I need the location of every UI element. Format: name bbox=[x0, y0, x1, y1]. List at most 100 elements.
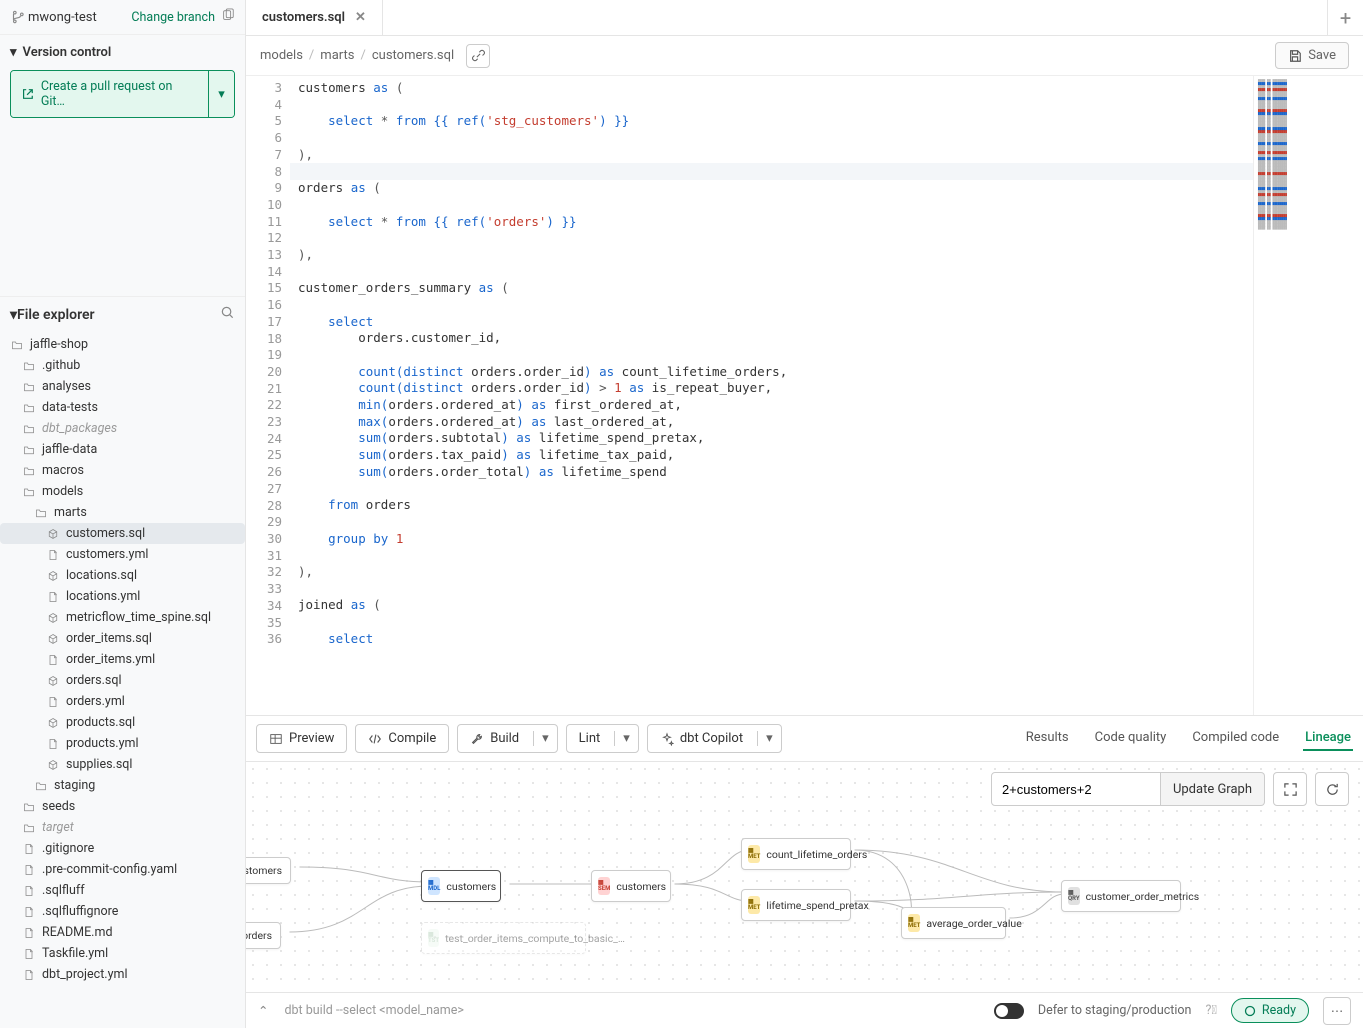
breadcrumb-seg[interactable]: models bbox=[260, 48, 303, 63]
defer-toggle[interactable] bbox=[994, 1003, 1024, 1019]
build-button[interactable]: Build ▾ bbox=[457, 724, 557, 753]
tree-folder[interactable]: macros bbox=[0, 460, 245, 481]
file-icon bbox=[22, 968, 36, 982]
update-graph-button[interactable]: Update Graph bbox=[1161, 772, 1265, 806]
file-icon bbox=[46, 695, 60, 709]
results-tab-compiled-code[interactable]: Compiled code bbox=[1190, 726, 1281, 751]
lineage-node[interactable]: ▦TSTtest_order_items_compute_to_basic_… bbox=[421, 922, 586, 954]
preview-button[interactable]: Preview bbox=[256, 724, 347, 753]
lint-button[interactable]: Lint ▾ bbox=[566, 724, 639, 753]
tree-file[interactable]: customers.yml bbox=[0, 544, 245, 565]
tree-file[interactable]: products.yml bbox=[0, 733, 245, 754]
lineage-node[interactable]: ▦METlifetime_spend_pretax bbox=[741, 889, 851, 921]
tree-file[interactable]: Taskfile.yml bbox=[0, 943, 245, 964]
results-tab-results[interactable]: Results bbox=[1024, 726, 1071, 751]
tree-file[interactable]: .sqlfluffignore bbox=[0, 901, 245, 922]
folder-icon bbox=[22, 422, 36, 436]
tree-file[interactable]: dbt_project.yml bbox=[0, 964, 245, 985]
tab-customers-sql[interactable]: customers.sql ✕ bbox=[246, 0, 383, 35]
folder-icon bbox=[22, 464, 36, 478]
sidebar: mwong-test Change branch ▾ Version contr… bbox=[0, 0, 246, 1028]
lineage-selector-input[interactable] bbox=[991, 772, 1161, 806]
lineage-node[interactable]: stg_customers bbox=[246, 857, 291, 884]
chevron-up-icon[interactable]: ⌃ bbox=[258, 1003, 268, 1019]
code-icon bbox=[368, 732, 382, 746]
tree-folder[interactable]: staging bbox=[0, 775, 245, 796]
ready-status[interactable]: Ready bbox=[1231, 998, 1309, 1023]
lineage-node[interactable]: ▦METcount_lifetime_orders bbox=[741, 838, 851, 870]
tree-file[interactable]: orders.sql bbox=[0, 670, 245, 691]
file-icon bbox=[46, 653, 60, 667]
dbt-copilot-button[interactable]: dbt Copilot ▾ bbox=[647, 724, 782, 753]
tree-file[interactable]: orders.yml bbox=[0, 691, 245, 712]
lineage-node[interactable]: ▦QRYcustomer_order_metrics bbox=[1061, 880, 1181, 912]
chevron-down-icon: ▾ bbox=[10, 307, 17, 323]
results-tab-code-quality[interactable]: Code quality bbox=[1093, 726, 1169, 751]
help-icon[interactable]: ?⃝ bbox=[1205, 1003, 1216, 1018]
code-editor[interactable]: 3456789101112131415161718192021222324252… bbox=[246, 76, 1363, 715]
file-icon bbox=[46, 527, 60, 541]
link-icon[interactable] bbox=[466, 44, 490, 68]
lineage-panel[interactable]: Update Graph bbox=[246, 762, 1363, 992]
tree-file[interactable]: products.sql bbox=[0, 712, 245, 733]
file-explorer-header[interactable]: ▾ File explorer bbox=[0, 296, 245, 332]
compile-button[interactable]: Compile bbox=[355, 724, 449, 753]
folder-icon bbox=[10, 338, 24, 352]
tree-folder[interactable]: target bbox=[0, 817, 245, 838]
chevron-down-icon[interactable]: ▾ bbox=[614, 731, 638, 746]
chevron-down-icon[interactable]: ▾ bbox=[757, 731, 781, 746]
folder-icon bbox=[22, 443, 36, 457]
tree-file[interactable]: .sqlfluff bbox=[0, 880, 245, 901]
chevron-down-icon[interactable]: ▾ bbox=[533, 731, 557, 746]
copy-icon[interactable] bbox=[221, 8, 235, 26]
tree-folder[interactable]: .github bbox=[0, 355, 245, 376]
tree-folder[interactable]: marts bbox=[0, 502, 245, 523]
tree-file[interactable]: .pre-commit-config.yaml bbox=[0, 859, 245, 880]
tree-file[interactable]: locations.sql bbox=[0, 565, 245, 586]
tree-folder[interactable]: seeds bbox=[0, 796, 245, 817]
lineage-node[interactable]: ▦MDLcustomers bbox=[421, 870, 501, 902]
more-icon[interactable]: ⋯ bbox=[1323, 997, 1351, 1025]
close-icon[interactable]: ✕ bbox=[355, 10, 366, 25]
minimap[interactable]: ████ ██ ████████████ ██ ████████████ ██ … bbox=[1253, 76, 1363, 715]
add-tab-button[interactable]: + bbox=[1327, 0, 1363, 36]
tree-file[interactable]: README.md bbox=[0, 922, 245, 943]
branch-indicator[interactable]: mwong-test bbox=[10, 10, 125, 25]
folder-icon bbox=[22, 821, 36, 835]
file-icon bbox=[22, 884, 36, 898]
wrench-icon bbox=[470, 732, 484, 746]
save-button[interactable]: Save bbox=[1275, 42, 1349, 69]
lineage-node[interactable]: ▦SEMcustomers bbox=[591, 870, 671, 902]
tree-file[interactable]: order_items.yml bbox=[0, 649, 245, 670]
tree-folder[interactable]: data-tests bbox=[0, 397, 245, 418]
tree-file[interactable]: metricflow_time_spine.sql bbox=[0, 607, 245, 628]
tree-folder[interactable]: models bbox=[0, 481, 245, 502]
breadcrumb-seg[interactable]: marts bbox=[320, 48, 354, 63]
breadcrumb-seg[interactable]: customers.sql bbox=[372, 48, 454, 63]
folder-icon bbox=[22, 359, 36, 373]
file-icon bbox=[22, 863, 36, 877]
results-tab-lineage[interactable]: Lineage bbox=[1303, 726, 1353, 751]
tree-folder[interactable]: jaffle-shop bbox=[0, 334, 245, 355]
tree-folder[interactable]: jaffle-data bbox=[0, 439, 245, 460]
tree-file[interactable]: order_items.sql bbox=[0, 628, 245, 649]
table-icon bbox=[269, 732, 283, 746]
chevron-down-icon[interactable]: ▾ bbox=[208, 71, 234, 117]
tree-folder[interactable]: dbt_packages bbox=[0, 418, 245, 439]
fullscreen-icon[interactable] bbox=[1273, 772, 1307, 806]
lineage-node[interactable]: orders bbox=[246, 922, 281, 949]
tree-file[interactable]: .gitignore bbox=[0, 838, 245, 859]
create-pr-button[interactable]: Create a pull request on Git… ▾ bbox=[10, 70, 235, 118]
change-branch-link[interactable]: Change branch bbox=[131, 10, 215, 25]
refresh-icon[interactable] bbox=[1315, 772, 1349, 806]
folder-icon bbox=[34, 506, 48, 520]
lineage-node[interactable]: ▦METaverage_order_value bbox=[901, 907, 1006, 939]
command-input[interactable]: dbt build --select <model_name> bbox=[284, 1003, 463, 1018]
search-icon[interactable] bbox=[220, 305, 235, 324]
version-control-header[interactable]: ▾ Version control bbox=[0, 35, 245, 68]
tree-file[interactable]: locations.yml bbox=[0, 586, 245, 607]
tree-folder[interactable]: analyses bbox=[0, 376, 245, 397]
file-icon bbox=[46, 674, 60, 688]
tree-file[interactable]: customers.sql bbox=[0, 523, 245, 544]
tree-file[interactable]: supplies.sql bbox=[0, 754, 245, 775]
